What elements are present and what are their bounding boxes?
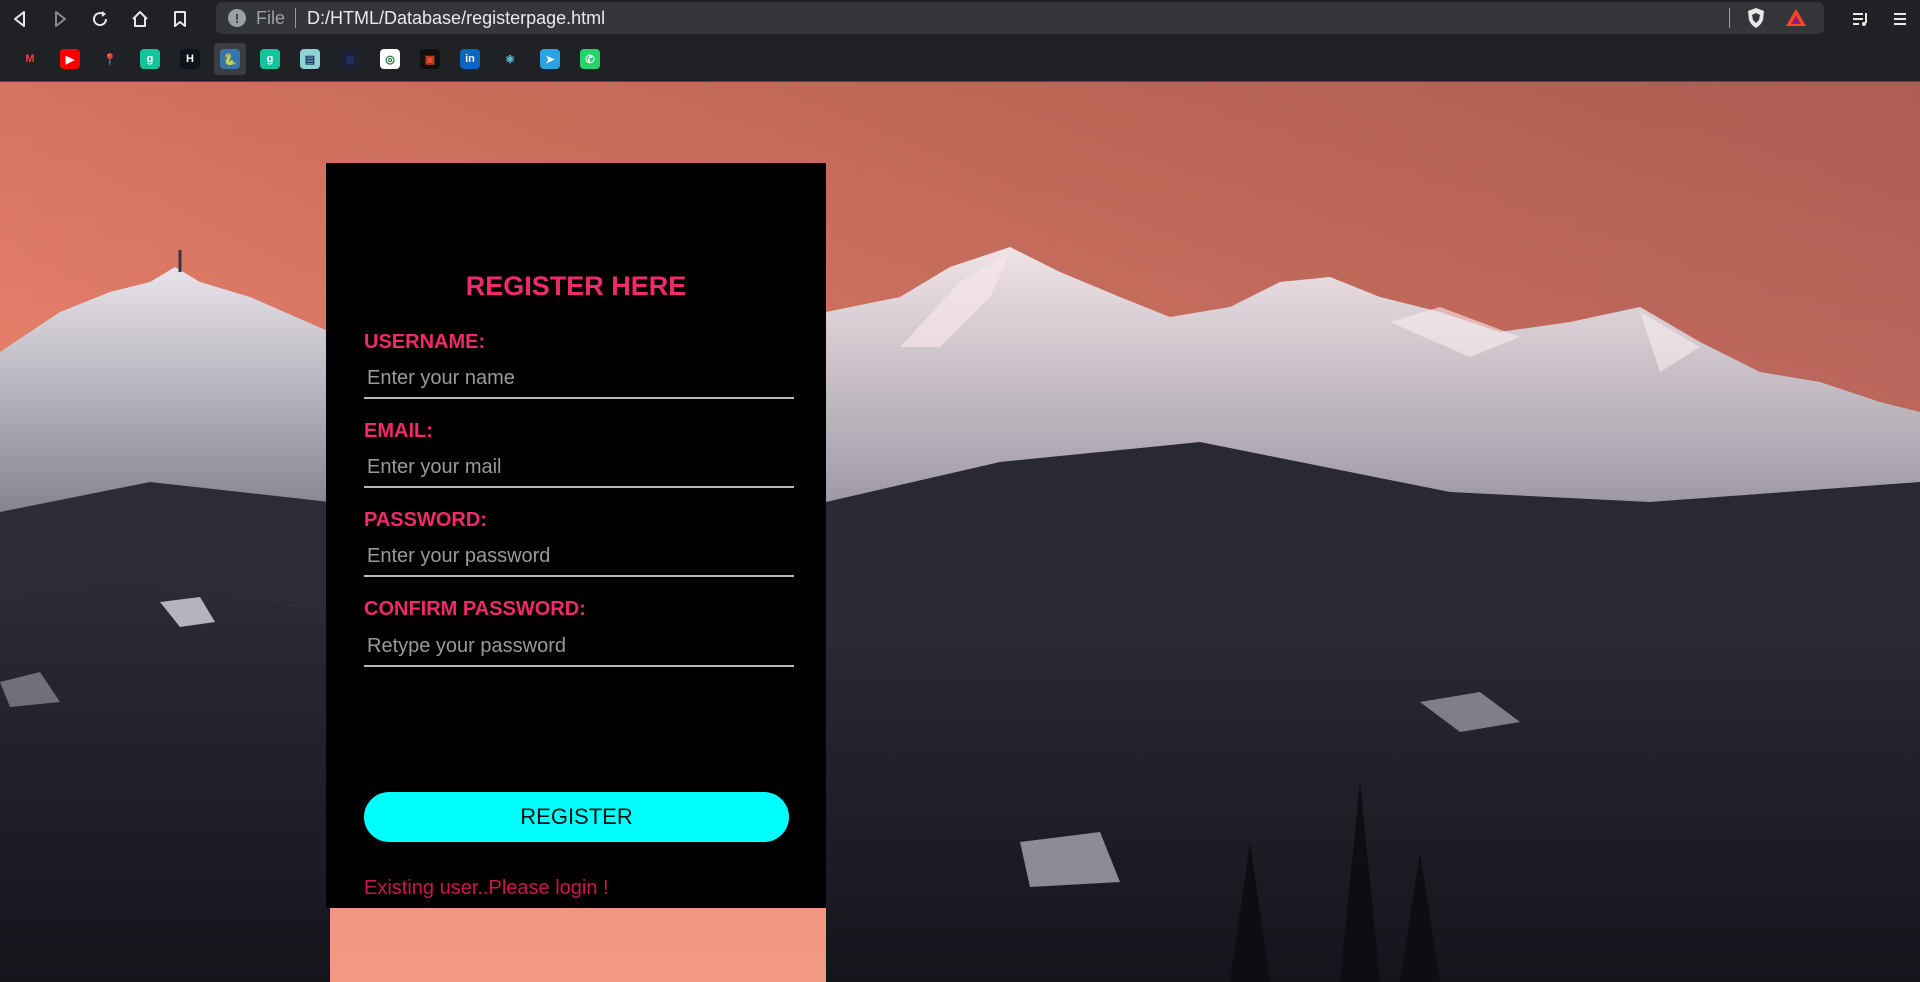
- url-actions: [1729, 2, 1824, 34]
- bookmark-whatsapp[interactable]: ✆: [574, 43, 606, 75]
- bookmarks-bar: M ▶ 📍 g H 🐍 g ▤ ◼ ◎ ▣ in ⚛ ➤ ✆: [0, 37, 1920, 82]
- address-bar[interactable]: ! File D:/HTML/Database/registerpage.htm…: [216, 2, 1824, 34]
- youtube-icon: ▶: [60, 49, 80, 69]
- menu-button[interactable]: [1880, 0, 1920, 37]
- mountain-background-image: [0, 82, 1920, 982]
- rewards-icon[interactable]: [1784, 6, 1808, 30]
- username-input[interactable]: [364, 359, 794, 399]
- bookmark-react[interactable]: ⚛: [494, 43, 526, 75]
- python-icon: 🐍: [220, 49, 240, 69]
- playlist-icon: [1853, 12, 1867, 26]
- password-input[interactable]: [364, 537, 794, 577]
- bookmark-linkedin[interactable]: in: [454, 43, 486, 75]
- bookmark-button[interactable]: [160, 0, 200, 37]
- code-site-icon: ▣: [420, 49, 440, 69]
- url-text[interactable]: D:/HTML/Database/registerpage.html: [307, 8, 605, 29]
- react-icon: ⚛: [500, 49, 520, 69]
- bookmark-icon: [174, 10, 186, 27]
- whatsapp-icon: ✆: [580, 49, 600, 69]
- hackerrank-icon: H: [180, 49, 200, 69]
- bookmark-python[interactable]: 🐍: [214, 43, 246, 75]
- grammarly-2-icon: g: [260, 49, 280, 69]
- brave-shield-icon[interactable]: [1744, 6, 1768, 30]
- email-input[interactable]: [364, 448, 794, 488]
- linkedin-icon: in: [460, 49, 480, 69]
- register-button[interactable]: REGISTER: [364, 792, 789, 842]
- email-label: EMAIL:: [364, 420, 433, 442]
- dark-site-icon: ◼: [340, 49, 360, 69]
- home-button[interactable]: [120, 0, 160, 37]
- back-button[interactable]: [0, 0, 40, 37]
- grammarly-icon: g: [140, 49, 160, 69]
- forward-icon: [55, 10, 66, 27]
- forward-button[interactable]: [40, 0, 80, 37]
- bookmark-hackerrank[interactable]: H: [174, 43, 206, 75]
- bookmark-notebook[interactable]: ▤: [294, 43, 326, 75]
- info-icon[interactable]: !: [228, 9, 246, 27]
- confirm-password-input[interactable]: [364, 627, 794, 667]
- open-source-icon: ◎: [380, 49, 400, 69]
- url-separator: [295, 8, 297, 28]
- username-label: USERNAME:: [364, 331, 486, 353]
- back-icon: [14, 10, 25, 27]
- browser-menu-area: [1840, 0, 1920, 37]
- reload-icon: [93, 10, 108, 26]
- telegram-icon: ➤: [540, 49, 560, 69]
- home-icon: [132, 10, 148, 27]
- gmail-icon: M: [20, 49, 40, 69]
- hamburger-icon: [1894, 12, 1906, 25]
- maps-icon: 📍: [100, 49, 120, 69]
- notebook-icon: ▤: [300, 49, 320, 69]
- bookmark-maps[interactable]: 📍: [94, 43, 126, 75]
- url-scheme: File: [256, 7, 286, 28]
- confirm-password-label: CONFIRM PASSWORD:: [364, 598, 586, 620]
- bookmark-open-source[interactable]: ◎: [374, 43, 406, 75]
- bookmark-gmail[interactable]: M: [14, 43, 46, 75]
- playlist-button[interactable]: [1840, 0, 1880, 37]
- bookmark-dark-site[interactable]: ◼: [334, 43, 366, 75]
- register-card: REGISTER HERE USERNAME: EMAIL: PASSWORD:…: [326, 163, 826, 908]
- url-actions-separator: [1729, 8, 1730, 28]
- bookmark-telegram[interactable]: ➤: [534, 43, 566, 75]
- login-link[interactable]: Existing user..Please login !: [364, 877, 609, 900]
- reload-button[interactable]: [80, 0, 120, 37]
- password-label: PASSWORD:: [364, 509, 487, 531]
- bookmark-grammarly[interactable]: g: [134, 43, 166, 75]
- register-title: REGISTER HERE: [465, 271, 687, 301]
- bookmark-youtube[interactable]: ▶: [54, 43, 86, 75]
- bookmark-grammarly-2[interactable]: g: [254, 43, 286, 75]
- page-content: REGISTER HERE USERNAME: EMAIL: PASSWORD:…: [0, 82, 1920, 982]
- browser-toolbar: ! File D:/HTML/Database/registerpage.htm…: [0, 0, 1920, 37]
- bookmark-code-site[interactable]: ▣: [414, 43, 446, 75]
